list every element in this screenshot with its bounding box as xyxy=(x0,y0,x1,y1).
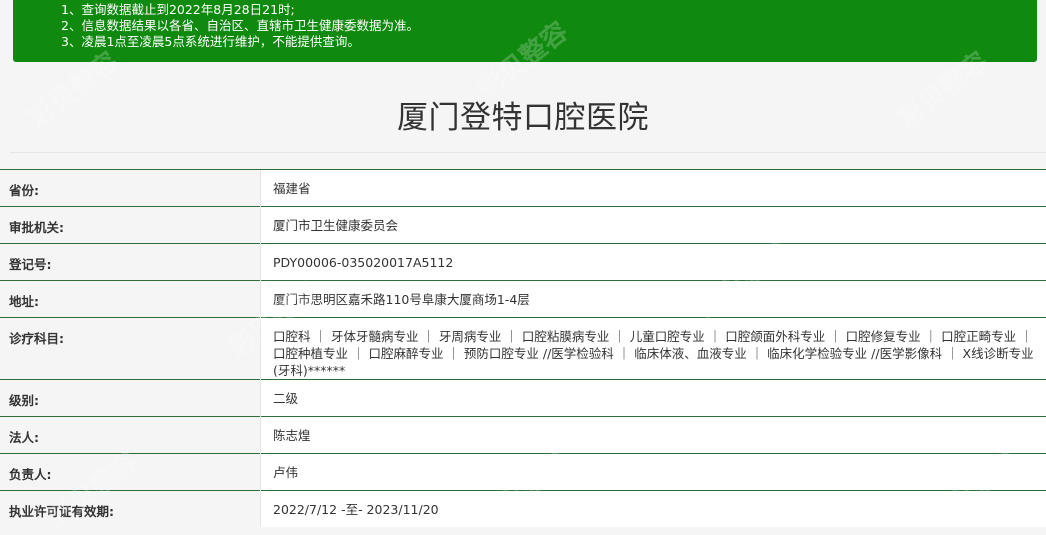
notice-line-3: 3、凌晨1点至凌晨5点系统进行维护，不能提供查询。 xyxy=(61,34,1037,50)
row-label: 法人: xyxy=(0,417,261,454)
row-value: PDY00006-035020017A5112 xyxy=(261,244,1046,281)
table-row-legal-person: 法人: 陈志煌 xyxy=(0,417,1046,454)
table-row-person-in-charge: 负责人: 卢伟 xyxy=(0,454,1046,491)
table-row-level: 级别: 二级 xyxy=(0,380,1046,417)
row-value: 厦门市思明区嘉禾路110号阜康大厦商场1-4层 xyxy=(261,281,1046,318)
row-value: 卢伟 xyxy=(261,454,1046,491)
row-label: 省份: xyxy=(0,170,261,207)
row-label: 登记号: xyxy=(0,244,261,281)
notice-line-2: 2、信息数据结果以各省、自治区、直辖市卫生健康委数据为准。 xyxy=(61,18,1037,34)
row-label: 地址: xyxy=(0,281,261,318)
row-value: 陈志煌 xyxy=(261,417,1046,454)
table-row-approval-authority: 审批机关: 厦门市卫生健康委员会 xyxy=(0,207,1046,244)
row-label: 负责人: xyxy=(0,454,261,491)
table-row-departments: 诊疗科目: 口腔科 ｜ 牙体牙髓病专业 ｜ 牙周病专业 ｜ 口腔粘膜病专业 ｜ … xyxy=(0,318,1046,380)
notice-banner: 1、查询数据截止到2022年8月28日21时; 2、信息数据结果以各省、自治区、… xyxy=(13,0,1037,62)
row-value: 二级 xyxy=(261,380,1046,417)
table-row-license-validity: 执业许可证有效期: 2022/7/12 -至- 2023/11/20 xyxy=(0,491,1046,528)
notice-line-1: 1、查询数据截止到2022年8月28日21时; xyxy=(61,2,1037,18)
row-value: 2022/7/12 -至- 2023/11/20 xyxy=(261,491,1046,528)
row-label: 执业许可证有效期: xyxy=(0,491,261,528)
row-value: 口腔科 ｜ 牙体牙髓病专业 ｜ 牙周病专业 ｜ 口腔粘膜病专业 ｜ 儿童口腔专业… xyxy=(261,318,1046,380)
table-row-address: 地址: 厦门市思明区嘉禾路110号阜康大厦商场1-4层 xyxy=(0,281,1046,318)
hospital-info-table: 省份: 福建省 审批机关: 厦门市卫生健康委员会 登记号: PDY00006-0… xyxy=(0,169,1046,527)
title-divider xyxy=(10,152,1046,153)
row-label: 诊疗科目: xyxy=(0,318,261,380)
table-row-registration-number: 登记号: PDY00006-035020017A5112 xyxy=(0,244,1046,281)
page-title: 厦门登特口腔医院 xyxy=(0,96,1046,140)
row-value: 福建省 xyxy=(261,170,1046,207)
row-label: 审批机关: xyxy=(0,207,261,244)
row-value: 厦门市卫生健康委员会 xyxy=(261,207,1046,244)
table-row-province: 省份: 福建省 xyxy=(0,170,1046,207)
row-label: 级别: xyxy=(0,380,261,417)
